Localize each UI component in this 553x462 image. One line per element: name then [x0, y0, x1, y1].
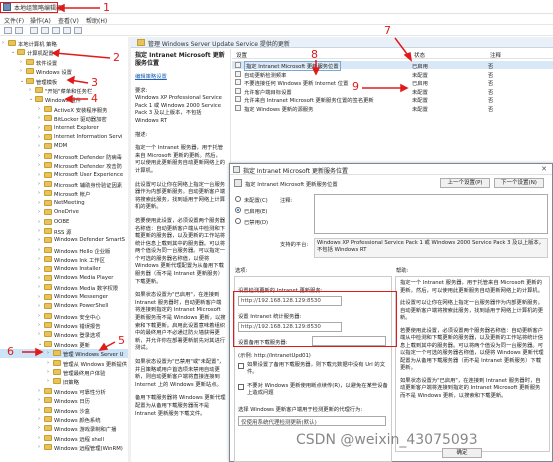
annotation-3: 3: [91, 76, 98, 89]
watermark: CSDN @weixin_43075093: [296, 432, 478, 448]
annotation-9: 9: [352, 80, 359, 93]
annotation-1: 1: [103, 1, 110, 14]
annotation-8: 8: [311, 48, 318, 61]
annotation-7: 7: [384, 24, 391, 37]
annotation-arrows: [22, 3, 413, 357]
annotation-6: 6: [7, 345, 14, 358]
annotation-4: 4: [91, 92, 98, 105]
annotation-2: 2: [113, 51, 120, 64]
annotation-5: 5: [118, 334, 125, 347]
